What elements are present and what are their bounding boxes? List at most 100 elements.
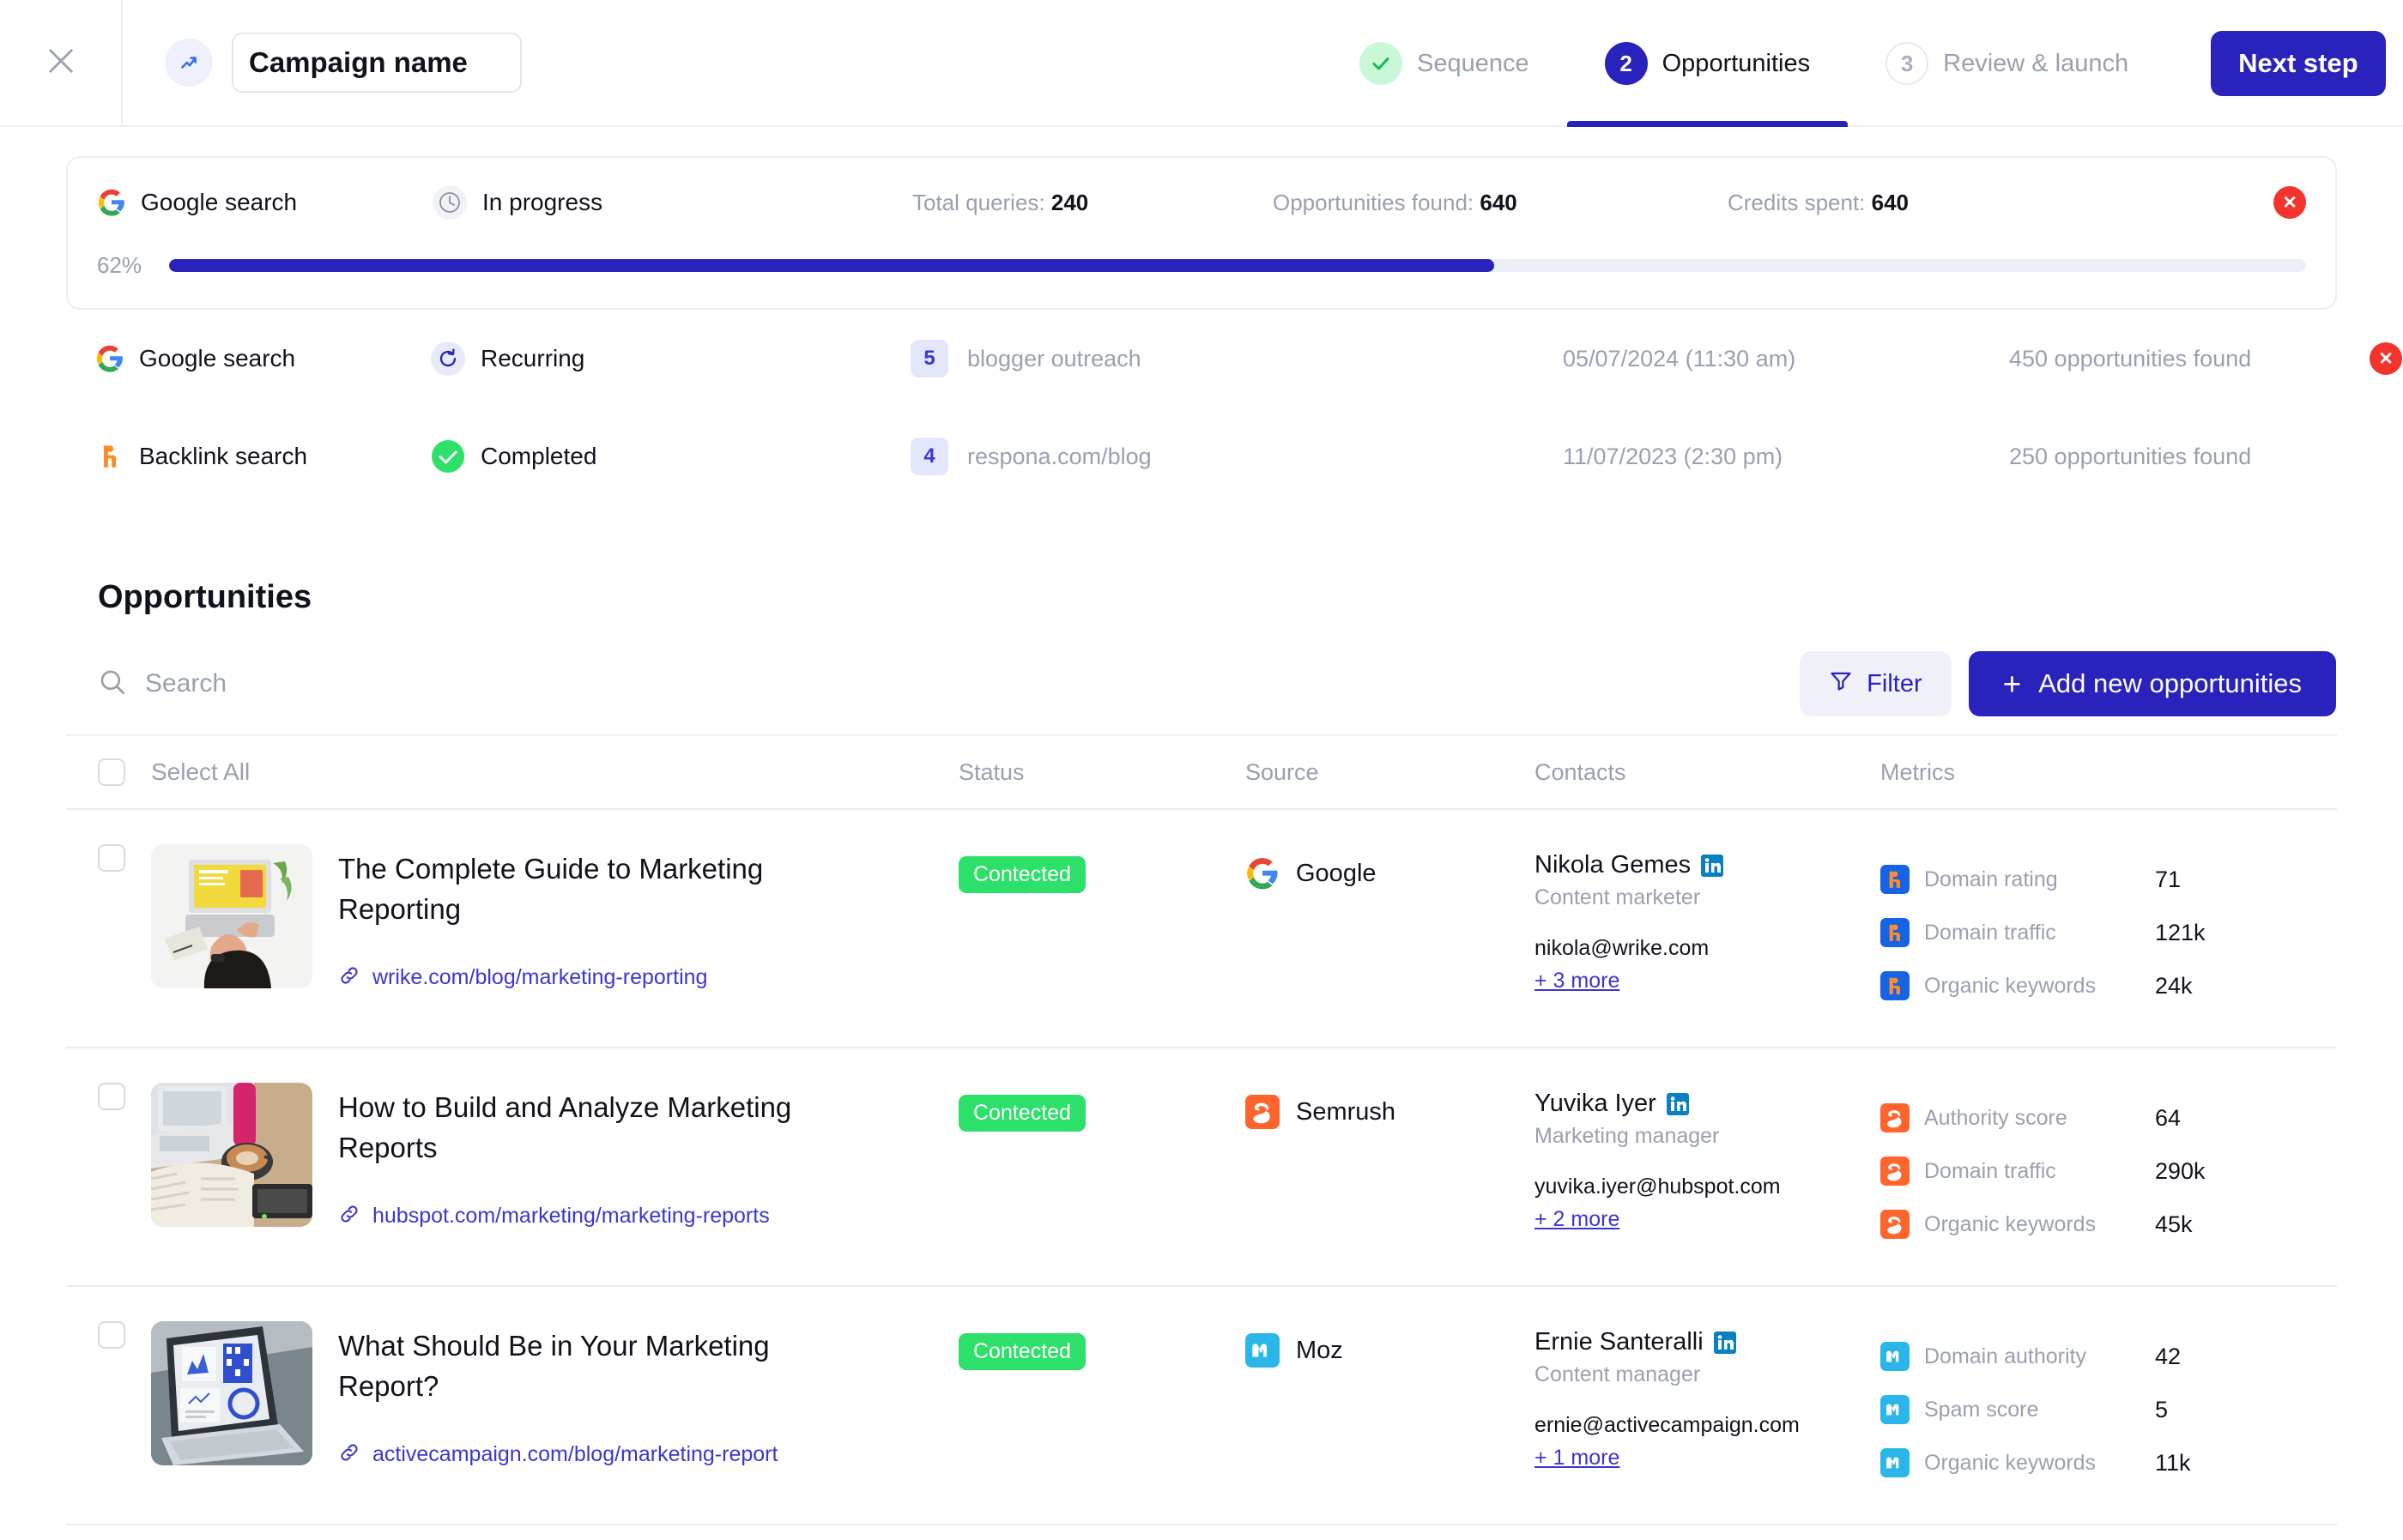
metric-value: 64 [2155, 1104, 2182, 1131]
metric-label: Authority score [1924, 1105, 2067, 1130]
close-icon [43, 43, 79, 83]
progress-source-label: Google search [141, 189, 298, 215]
column-source-header: Source [1245, 758, 1319, 785]
plus-icon: + [2002, 666, 2022, 702]
moz-icon [1880, 1448, 1910, 1477]
row-checkbox[interactable] [98, 1321, 125, 1349]
step-sequence[interactable]: Sequence [1322, 0, 1567, 127]
table-row[interactable]: The Complete Guide to Marketing Reportin… [66, 810, 2337, 1048]
toolbar-actions: Filter + Add new opportunities [1800, 651, 2337, 716]
metric-label: Domain traffic [1924, 1158, 2056, 1183]
search-history-row[interactable]: Google search Recurring 5 blogger outrea… [66, 310, 2402, 408]
opportunity-url-row[interactable]: activecampaign.com/blog/marketing-report [338, 1441, 819, 1468]
link-icon [338, 1203, 360, 1229]
contact-role: Content marketer [1534, 885, 1701, 909]
opportunity-title-cell: What Should Be in Your Marketing Report?… [98, 1321, 959, 1468]
progress-bar-track [169, 259, 2306, 272]
linkedin-icon[interactable] [1713, 1331, 1736, 1354]
history-query-chip: 5 blogger outreach [911, 340, 1563, 377]
step-opportunities[interactable]: 2 Opportunities [1566, 0, 1849, 127]
linkedin-icon[interactable] [1666, 1092, 1689, 1115]
status-badge: Contected [959, 1333, 1086, 1370]
delete-search-button[interactable]: ✕ [2273, 186, 2306, 219]
add-label: Add new opportunities [2038, 668, 2302, 698]
table-row[interactable]: Olga Choban Domain rating 71 [66, 1525, 2337, 1540]
step-review-launch[interactable]: 3 Review & launch [1848, 0, 2166, 127]
close-icon: ✕ [2282, 192, 2297, 213]
contacts-more-link[interactable]: + 3 more [1534, 969, 1619, 993]
metric-value: 45k [2155, 1211, 2193, 1237]
metric-row: Domain traffic 290k [1880, 1144, 2337, 1198]
source-label: Google [1296, 859, 1377, 887]
opportunity-url-row[interactable]: wrike.com/blog/marketing-reporting [338, 964, 819, 991]
ahrefs-icon [1880, 865, 1910, 894]
metric-row: Organic keywords 11k [1880, 1436, 2337, 1489]
filter-icon [1829, 668, 1853, 699]
query-count-badge: 4 [911, 438, 948, 475]
semrush-icon [1880, 1157, 1910, 1186]
select-all-checkbox[interactable] [98, 758, 125, 786]
credits-spent-label: Credits spent: [1728, 189, 1866, 215]
opportunity-url[interactable]: wrike.com/blog/marketing-reporting [372, 965, 707, 990]
contact-name: Ernie Santeralli [1534, 1328, 1704, 1356]
clock-icon [432, 184, 468, 220]
progress-state: In progress [432, 184, 912, 220]
history-source-label: Backlink search [139, 443, 308, 469]
opportunity-title: How to Build and Analyze Marketing Repor… [338, 1091, 792, 1163]
step-review-launch-label: Review & launch [1943, 49, 2129, 77]
search-history-row[interactable]: Backlink search Completed 4 respona.com/… [66, 408, 2337, 505]
status-badge: Contected [959, 1095, 1086, 1132]
metric-value: 24k [2155, 972, 2193, 999]
recurring-icon [430, 341, 466, 377]
opportunity-url[interactable]: activecampaign.com/blog/marketing-report [372, 1442, 778, 1467]
metric-row: Domain traffic 121k [1880, 906, 2337, 959]
metric-label: Spam score [1924, 1397, 2039, 1422]
linkedin-icon[interactable] [1701, 854, 1724, 877]
semrush-icon [1880, 1210, 1910, 1239]
campaign-name-input[interactable] [232, 33, 522, 93]
progress-bar-row: 62% [97, 252, 2306, 279]
progress-percent-label: 62% [97, 252, 142, 278]
close-button[interactable] [0, 0, 123, 126]
contact-name-row: Nikola Gemes [1534, 851, 1880, 879]
search-input[interactable] [145, 669, 591, 698]
query-text: respona.com/blog [967, 443, 1152, 469]
history-state: Completed [430, 438, 911, 474]
contact-email: nikola@wrike.com [1534, 936, 1710, 960]
total-queries-stat: Total queries: 240 [912, 190, 1273, 216]
delete-search-button[interactable]: ✕ [2370, 342, 2402, 375]
search-icon [98, 667, 127, 701]
query-text: blogger outreach [967, 345, 1141, 371]
opportunity-url-row[interactable]: hubspot.com/marketing/marketing-reports [338, 1203, 819, 1229]
row-checkbox[interactable] [98, 844, 125, 872]
semrush-icon [1880, 1103, 1910, 1132]
step-indicator: Sequence 2 Opportunities 3 Review & laun… [1322, 0, 2386, 127]
opportunity-status-cell: Contected [959, 1321, 1245, 1370]
thumbnail-image [151, 1321, 312, 1465]
next-step-button[interactable]: Next step [2211, 31, 2386, 96]
history-state: Recurring [430, 341, 911, 377]
table-row[interactable]: How to Build and Analyze Marketing Repor… [66, 1048, 2337, 1287]
table-row[interactable]: What Should Be in Your Marketing Report?… [66, 1287, 2337, 1525]
opportunity-metrics-cell: Authority score 64 Domain traffic 290k O… [1880, 1083, 2337, 1251]
contact-email: ernie@activecampaign.com [1534, 1413, 1800, 1437]
add-new-opportunities-button[interactable]: + Add new opportunities [1968, 651, 2336, 716]
contact-email: yuvika.iyer@hubspot.com [1534, 1175, 1781, 1199]
page-title: Opportunities [98, 579, 312, 615]
filter-button[interactable]: Filter [1800, 651, 1952, 716]
column-metrics-header: Metrics [1880, 758, 1955, 785]
check-icon [1359, 42, 1402, 85]
search-box[interactable] [98, 667, 591, 701]
metric-value: 71 [2155, 866, 2182, 892]
contacts-more-link[interactable]: + 1 more [1534, 1446, 1619, 1471]
step-sequence-label: Sequence [1417, 49, 1529, 77]
contacts-more-link[interactable]: + 2 more [1534, 1207, 1619, 1232]
row-checkbox[interactable] [98, 1083, 125, 1110]
metric-value: 5 [2155, 1396, 2169, 1422]
metric-row: Domain rating 71 [1880, 853, 2337, 906]
opportunity-texts: What Should Be in Your Marketing Report?… [338, 1321, 819, 1468]
opportunity-url[interactable]: hubspot.com/marketing/marketing-reports [372, 1204, 770, 1229]
opportunity-contacts-cell: Yuvika Iyer Marketing manager yuvika.iye… [1534, 1083, 1880, 1232]
thumbnail-image [151, 844, 312, 988]
opportunity-status-cell: Contected [959, 1083, 1245, 1132]
